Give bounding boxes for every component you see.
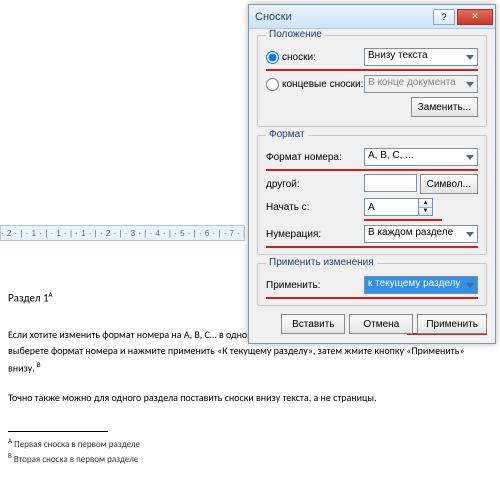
change-button[interactable]: Заменить... bbox=[411, 97, 478, 117]
highlight-line bbox=[266, 169, 478, 171]
footnotes-radio-input[interactable] bbox=[266, 51, 279, 64]
group-position-legend: Положение bbox=[266, 29, 325, 40]
footnotes-radio-label: сноски: bbox=[282, 52, 316, 63]
footnotes-radio[interactable]: сноски: bbox=[266, 51, 364, 64]
insert-button[interactable]: Вставить bbox=[281, 314, 345, 334]
spin-down-icon[interactable]: ▼ bbox=[419, 208, 432, 216]
highlight-line bbox=[266, 246, 478, 248]
footnotes-position-combo[interactable]: Внизу текста bbox=[364, 48, 478, 66]
apply-to-label: Применить: bbox=[266, 280, 364, 291]
paragraph-2: Точно также можно для одного раздела пос… bbox=[8, 390, 488, 406]
start-at-spinner[interactable]: ▲ ▼ bbox=[419, 198, 433, 216]
titlebar[interactable]: Сноски ? ✕ bbox=[249, 5, 495, 29]
footnotes-dialog: Сноски ? ✕ Положение сноски: Внизу текст… bbox=[248, 4, 496, 344]
group-apply-legend: Применить изменения bbox=[266, 257, 377, 268]
spin-up-icon[interactable]: ▲ bbox=[419, 199, 432, 208]
dialog-button-row: Вставить Отмена Применить bbox=[257, 314, 487, 334]
close-button[interactable]: ✕ bbox=[457, 9, 493, 25]
endnotes-radio[interactable]: концевые сноски: bbox=[266, 78, 364, 91]
symbol-button[interactable]: Символ... bbox=[420, 174, 478, 194]
endnotes-radio-label: концевые сноски: bbox=[282, 79, 363, 90]
group-format-legend: Формат bbox=[266, 129, 308, 140]
group-position: Положение сноски: Внизу текста концевые … bbox=[257, 35, 487, 127]
footnote-ref-b: B bbox=[37, 360, 41, 369]
dialog-title: Сноски bbox=[255, 11, 431, 23]
help-button[interactable]: ? bbox=[433, 9, 455, 25]
apply-button[interactable]: Применить bbox=[417, 314, 487, 334]
footnote-2: B Вторая сноска в первом разделе bbox=[8, 451, 488, 465]
highlight-line bbox=[266, 297, 478, 299]
highlight-line bbox=[266, 69, 478, 71]
numbering-combo[interactable]: В каждом разделе bbox=[364, 225, 478, 243]
start-at-input[interactable] bbox=[364, 198, 419, 216]
footnote-divider bbox=[8, 431, 108, 432]
ruler: · 2 · | · 1 · | · 1 · | · 1 · | · 2 · | … bbox=[0, 225, 245, 241]
apply-to-combo[interactable]: к текущему разделу bbox=[364, 276, 478, 294]
ruler-marks: · 2 · | · 1 · | · 1 · | · 1 · | · 2 · | … bbox=[1, 229, 244, 238]
footnote-ref-a: A bbox=[49, 290, 53, 299]
number-format-combo[interactable]: A, B, C, ... bbox=[364, 148, 478, 166]
help-icon: ? bbox=[441, 12, 446, 22]
footnote-1: A Первая сноска в первом разделе bbox=[8, 436, 488, 450]
highlight-line bbox=[364, 219, 442, 221]
endnotes-radio-input[interactable] bbox=[266, 78, 279, 91]
group-format: Формат Формат номера: A, B, C, ... друго… bbox=[257, 135, 487, 255]
close-icon: ✕ bbox=[471, 11, 479, 22]
group-apply: Применить изменения Применить: к текущем… bbox=[257, 263, 487, 306]
number-format-label: Формат номера: bbox=[266, 152, 364, 163]
endnotes-position-combo: В конце документа bbox=[364, 75, 478, 93]
cancel-button[interactable]: Отмена bbox=[349, 314, 413, 334]
numbering-label: Нумерация: bbox=[266, 229, 364, 240]
start-at-label: Начать с: bbox=[266, 202, 364, 213]
section-title-text: Раздел 1 bbox=[8, 292, 49, 305]
custom-mark-label: другой: bbox=[266, 179, 364, 190]
custom-mark-input[interactable] bbox=[364, 174, 417, 192]
